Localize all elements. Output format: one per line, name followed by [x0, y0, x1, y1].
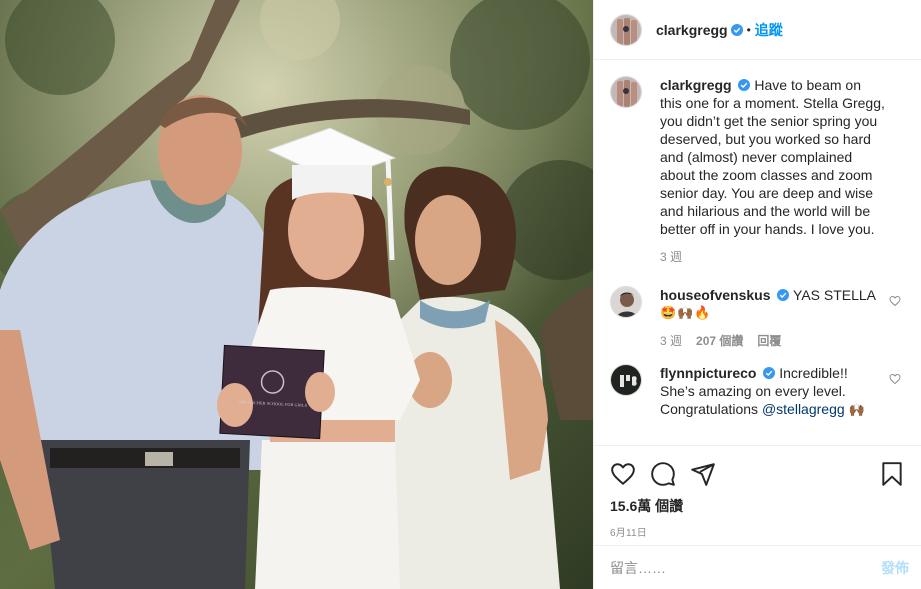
post-actions: 15.6萬 個讚 6月11日	[594, 445, 921, 545]
caption-time[interactable]: 3 週	[660, 248, 682, 266]
author-avatar[interactable]	[610, 13, 642, 46]
comment-icon[interactable]	[650, 461, 676, 487]
post-photo[interactable]: THE ARCHER SCHOOL FOR GIRLS	[0, 0, 593, 589]
caption: clarkgregg Have to beam on this one for …	[610, 76, 905, 266]
like-count[interactable]: 15.6萬 個讚	[610, 496, 905, 516]
avatar-image	[611, 287, 641, 317]
comment-like-icon[interactable]	[889, 295, 901, 307]
comment-likes[interactable]: 207 個讚	[696, 332, 743, 350]
verified-badge-icon	[763, 367, 776, 379]
comments-list[interactable]: clarkgregg Have to beam on this one for …	[594, 60, 921, 445]
caption-text: Have to beam on this one for a moment. S…	[660, 77, 885, 237]
avatar-image	[611, 77, 641, 107]
add-comment-bar: 發佈	[594, 545, 921, 589]
post-header: clarkgregg • 追蹤	[594, 0, 921, 60]
comment-item: flynnpictureco Incredible!! She’s amazin…	[610, 364, 905, 419]
avatar-image	[611, 14, 641, 45]
verified-badge-icon	[730, 23, 743, 36]
post-side-panel: clarkgregg • 追蹤 clarkgregg Have to beam …	[593, 0, 921, 589]
mention-link[interactable]: @stellagregg	[762, 401, 845, 417]
commenter-avatar[interactable]	[610, 286, 642, 318]
comment-username[interactable]: houseofvenskus	[660, 287, 770, 303]
avatar-image	[611, 365, 641, 395]
separator-dot: •	[746, 22, 751, 37]
verified-badge-icon	[738, 79, 751, 91]
post-viewer: THE ARCHER SCHOOL FOR GIRLS clarkgregg •…	[0, 0, 921, 589]
follow-button[interactable]: 追蹤	[755, 20, 783, 40]
bookmark-icon[interactable]	[879, 461, 905, 487]
comment-like-icon[interactable]	[889, 373, 901, 385]
share-icon[interactable]	[690, 461, 716, 487]
photo-illustration	[0, 0, 593, 589]
comment-time[interactable]: 3 週	[660, 332, 682, 350]
caption-meta: 3 週	[660, 248, 885, 266]
commenter-avatar[interactable]	[610, 364, 642, 396]
post-comment-button[interactable]: 發佈	[881, 558, 909, 578]
comment-meta: 3 週 207 個讚 回覆	[660, 332, 885, 350]
comment-body: houseofvenskus YAS STELLA 🤩🙌🏾🔥 3 週 207 個…	[660, 286, 905, 350]
comment-item: houseofvenskus YAS STELLA 🤩🙌🏾🔥 3 週 207 個…	[610, 286, 905, 350]
reply-button[interactable]: 回覆	[757, 332, 781, 350]
caption-username[interactable]: clarkgregg	[660, 77, 732, 93]
comment-input[interactable]	[610, 559, 881, 576]
caption-body: clarkgregg Have to beam on this one for …	[660, 76, 905, 266]
comment-text: YAS STELLA	[793, 287, 877, 303]
verified-badge-icon	[777, 289, 790, 301]
post-date[interactable]: 6月11日	[610, 524, 905, 539]
comment-username[interactable]: flynnpictureco	[660, 365, 756, 381]
comment-emoji: 🤩🙌🏾🔥	[660, 305, 712, 320]
action-icons	[610, 454, 905, 494]
heart-icon[interactable]	[610, 461, 636, 487]
comment-body: flynnpictureco Incredible!! She’s amazin…	[660, 364, 905, 419]
author-username[interactable]: clarkgregg	[656, 22, 728, 38]
comment-emoji: 🙌🏾	[848, 402, 866, 417]
caption-avatar[interactable]	[610, 76, 642, 108]
